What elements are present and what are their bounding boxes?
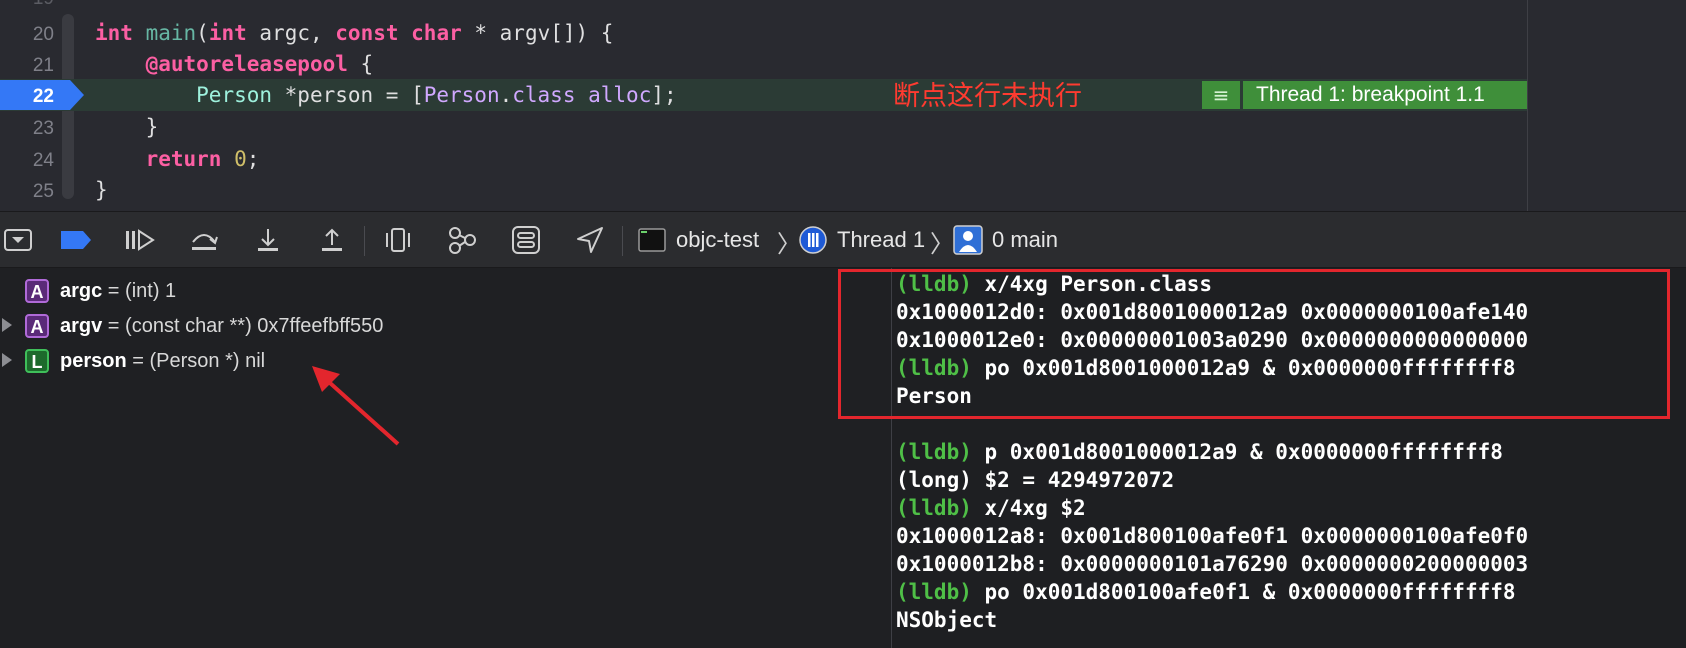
view-hierarchy-icon[interactable] bbox=[380, 224, 416, 256]
debug-toolbar: objc-test 〉 Thread 1 〉 0 main bbox=[0, 211, 1686, 268]
toolbar-separator bbox=[622, 226, 623, 256]
code-line[interactable]: 25 } bbox=[0, 174, 1527, 206]
line-number: 25 bbox=[32, 181, 54, 202]
lldb-prompt: (lldb) bbox=[896, 440, 972, 464]
hide-debug-area-icon[interactable] bbox=[0, 224, 36, 256]
line-number: 21 bbox=[32, 55, 54, 76]
chevron-right-icon: 〉 bbox=[930, 230, 954, 258]
lldb-prompt: (lldb) bbox=[896, 496, 972, 520]
code-text: return 0; bbox=[145, 147, 260, 171]
memory-graph-icon[interactable] bbox=[444, 224, 480, 256]
console-text: p 0x001d8001000012a9 & 0x0000000ffffffff… bbox=[971, 440, 1503, 464]
variable-value: = (Person *) nil bbox=[126, 350, 266, 372]
variable-row[interactable]: A argv = (const char **) 0x7ffeefbff550 bbox=[0, 310, 891, 344]
console-line: (long) $2 = 4294972072 bbox=[896, 468, 1174, 492]
environment-overrides-icon[interactable] bbox=[508, 224, 544, 256]
simulate-location-icon[interactable] bbox=[572, 224, 608, 256]
code-text: } bbox=[95, 178, 108, 202]
console-text: x/4xg $2 bbox=[971, 496, 1086, 520]
line-number: 19 bbox=[0, 0, 54, 10]
thread-breakpoint-label[interactable]: Thread 1: breakpoint 1.1 bbox=[1243, 81, 1527, 109]
line-number: 24 bbox=[32, 150, 54, 171]
variable-row[interactable]: A argc = (int) 1 bbox=[0, 275, 891, 309]
console-text: 0x1000012a8: 0x001d800100afe0f1 0x000000… bbox=[896, 524, 1529, 548]
console-line: (lldb) x/4xg $2 bbox=[896, 496, 1086, 520]
step-into-icon[interactable] bbox=[250, 224, 286, 256]
source-editor[interactable]: 19 20 int main(int argc, const char * ar… bbox=[0, 0, 1686, 211]
console-line: 0x1000012a8: 0x001d800100afe0f1 0x000000… bbox=[896, 524, 1528, 548]
disclosure-triangle-icon[interactable] bbox=[2, 318, 12, 332]
toolbar-separator bbox=[364, 226, 365, 256]
line-number: 20 bbox=[32, 24, 54, 45]
continue-icon[interactable] bbox=[122, 224, 158, 256]
stack-frame-icon bbox=[953, 225, 983, 259]
page-guide-divider bbox=[1527, 0, 1528, 211]
disclosure-triangle-icon[interactable] bbox=[2, 353, 12, 367]
console-text: NSObject bbox=[896, 608, 998, 632]
breadcrumb-target[interactable]: objc-test bbox=[676, 227, 759, 253]
console-line: (lldb) p 0x001d8001000012a9 & 0x0000000f… bbox=[896, 440, 1503, 464]
code-text: Person *person = [Person.class alloc]; bbox=[196, 83, 677, 107]
console-text: (long) $2 = 4294972072 bbox=[896, 468, 1175, 492]
code-text: } bbox=[95, 115, 159, 139]
code-text: int main(int argc, const char * argv[]) … bbox=[95, 21, 614, 45]
terminal-icon bbox=[638, 228, 666, 256]
code-text: @autoreleasepool { bbox=[145, 52, 374, 76]
variable-name: argv bbox=[60, 315, 103, 337]
annotation-text: 断点这行未执行 bbox=[893, 81, 1082, 112]
argument-badge-icon: A bbox=[25, 279, 49, 303]
console-text: po 0x001d800100afe0f1 & 0x0000000fffffff… bbox=[971, 580, 1516, 604]
annotation-arrow-icon bbox=[312, 366, 400, 446]
variables-view: A argc = (int) 1 A argv = (const char **… bbox=[0, 268, 891, 648]
code-line[interactable]: 20 int main(int argc, const char * argv[… bbox=[0, 17, 1527, 49]
code-line[interactable]: 24 return 0; bbox=[0, 143, 1527, 175]
console-line: NSObject bbox=[896, 608, 997, 632]
local-badge-icon: L bbox=[25, 349, 49, 373]
argument-badge-icon: A bbox=[25, 314, 49, 338]
variable-value: = (int) 1 bbox=[102, 280, 177, 302]
breakpoint-toggle-icon[interactable] bbox=[58, 224, 94, 256]
console-line: (lldb) po 0x001d800100afe0f1 & 0x0000000… bbox=[896, 580, 1516, 604]
thread-menu-icon[interactable]: ≡ bbox=[1202, 81, 1240, 109]
code-line[interactable]: 21 @autoreleasepool { bbox=[0, 48, 1527, 80]
code-line[interactable]: 23 } bbox=[0, 111, 1527, 143]
console-line: 0x1000012b8: 0x0000000101a76290 0x000000… bbox=[896, 552, 1528, 576]
variable-name: argc bbox=[60, 280, 103, 302]
console-text: 0x1000012b8: 0x0000000101a76290 0x000000… bbox=[896, 552, 1529, 576]
line-number: 23 bbox=[32, 118, 54, 139]
lldb-prompt: (lldb) bbox=[896, 580, 972, 604]
step-over-icon[interactable] bbox=[186, 224, 222, 256]
breadcrumb-frame[interactable]: 0 main bbox=[992, 227, 1058, 253]
breadcrumb-thread[interactable]: Thread 1 bbox=[837, 227, 925, 253]
variable-value: = (const char **) 0x7ffeefbff550 bbox=[102, 315, 384, 337]
annotation-highlight-box bbox=[838, 269, 1670, 419]
thread-icon bbox=[798, 225, 828, 259]
variable-row[interactable]: L person = (Person *) nil bbox=[0, 345, 891, 379]
step-out-icon[interactable] bbox=[314, 224, 350, 256]
variable-name: person bbox=[60, 350, 127, 372]
